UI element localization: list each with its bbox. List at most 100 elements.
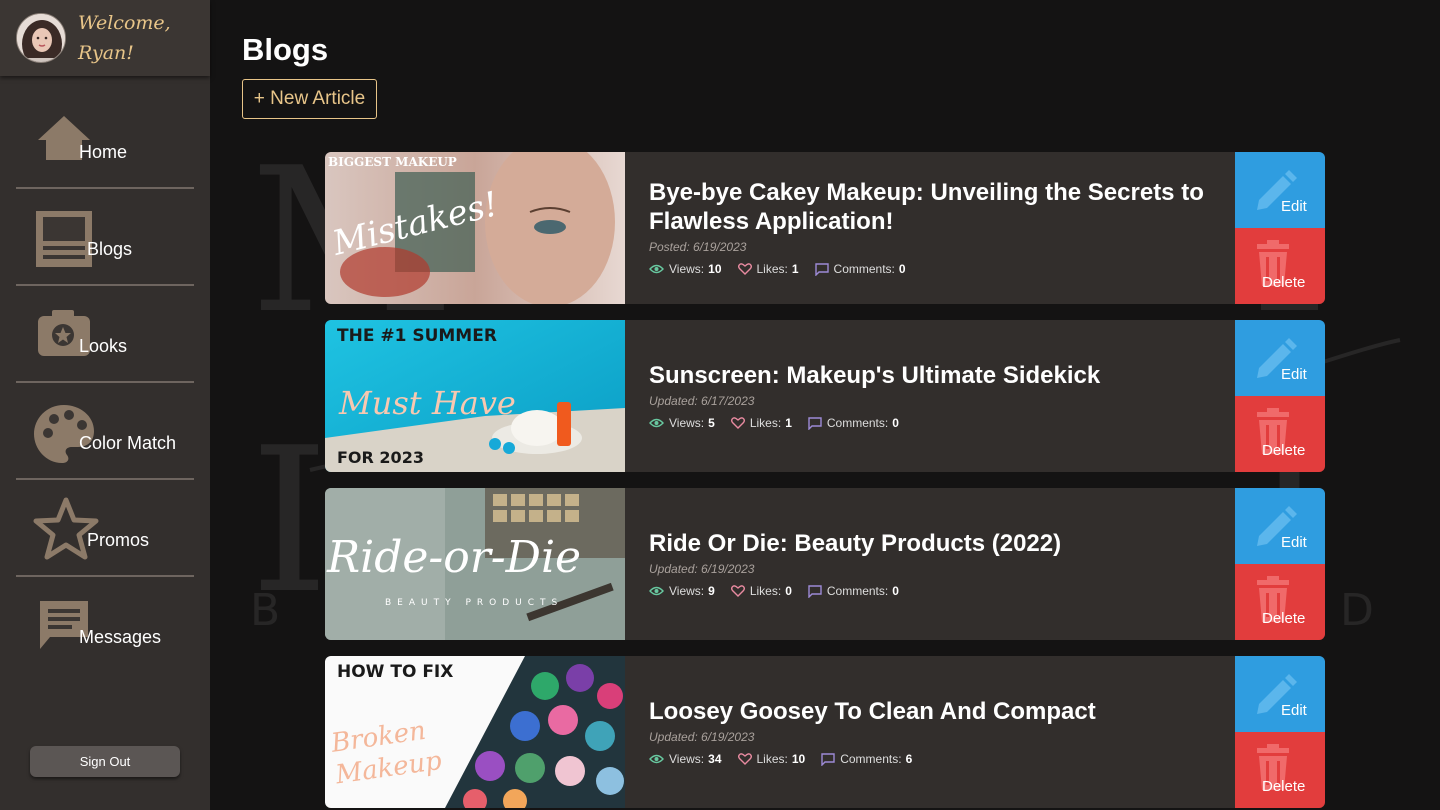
article-title[interactable]: Bye-bye Cakey Makeup: Unveiling the Secr… (649, 178, 1229, 236)
article-body: Loosey Goosey To Clean And Compact Updat… (649, 656, 1229, 808)
sidebar-item-promos[interactable]: Promos (16, 480, 194, 577)
thumbnail-caption-script: Ride-or-Die (327, 532, 582, 583)
new-article-button[interactable]: + New Article (242, 79, 377, 119)
likes-label: Likes: (749, 416, 782, 430)
thumbnail-caption-bottom: BEAUTY PRODUCTS (385, 598, 564, 608)
comments-label: Comments: (840, 752, 902, 766)
thumbnail-caption-top: BIGGEST MAKEUP (328, 155, 457, 169)
heart-icon (737, 753, 752, 765)
views-label: Views: (669, 752, 705, 766)
comment-icon (821, 752, 835, 766)
edit-label: Edit (1281, 198, 1307, 215)
blog-icon (34, 209, 94, 273)
article-thumbnail[interactable]: HOW TO FIX Broken Makeup (325, 656, 625, 808)
welcome-greeting: Welcome, (78, 12, 171, 34)
delete-button[interactable]: Delete (1235, 732, 1325, 808)
sidebar-item-label: Promos (87, 530, 150, 550)
comments-stat: Comments: 6 (821, 752, 912, 766)
page-title: Blogs (242, 32, 329, 67)
likes-count: 1 (791, 262, 799, 276)
article-title[interactable]: Ride Or Die: Beauty Products (2022) (649, 529, 1229, 558)
views-count: 10 (708, 262, 722, 276)
article-title[interactable]: Sunscreen: Makeup's Ultimate Sidekick (649, 361, 1229, 390)
views-stat: Views: 9 (649, 584, 715, 598)
sidebar-item-home[interactable]: Home (16, 92, 194, 189)
likes-label: Likes: (756, 262, 788, 276)
likes-label: Likes: (756, 752, 788, 766)
article-date: Posted: 6/19/2023 (649, 240, 747, 254)
thumbnail-caption-bottom: FOR 2023 (337, 448, 424, 467)
comments-stat: Comments: 0 (808, 584, 899, 598)
thumbnail-caption-script: Must Have (339, 384, 516, 422)
article-date: Updated: 6/19/2023 (649, 562, 755, 576)
views-stat: Views: 34 (649, 752, 722, 766)
likes-count: 0 (785, 584, 792, 598)
sign-out-button[interactable]: Sign Out (30, 746, 180, 777)
article-card[interactable]: THE #1 SUMMER Must Have FOR 2023 Sunscre… (325, 320, 1325, 472)
sidebar-nav: Home Blogs Looks Color Match Promos Mess… (16, 92, 194, 674)
article-title[interactable]: Loosey Goosey To Clean And Compact (649, 697, 1229, 726)
delete-label: Delete (1262, 778, 1306, 795)
article-stats: Views: 5 Likes: 1 Comments: 0 (649, 416, 1229, 430)
views-label: Views: (669, 416, 705, 430)
heart-icon (737, 263, 752, 275)
sidebar-item-messages[interactable]: Messages (16, 577, 194, 674)
delete-button[interactable]: Delete (1235, 564, 1325, 640)
views-stat: Views: 5 (649, 416, 715, 430)
article-body: Bye-bye Cakey Makeup: Unveiling the Secr… (649, 152, 1229, 304)
delete-button[interactable]: Delete (1235, 396, 1325, 472)
sidebar-item-color-match[interactable]: Color Match (16, 383, 194, 480)
welcome-text: Welcome, Ryan! (78, 8, 208, 68)
delete-button[interactable]: Delete (1235, 228, 1325, 304)
heart-icon (730, 417, 745, 429)
comments-label: Comments: (826, 584, 889, 598)
article-card[interactable]: BIGGEST MAKEUP Mistakes! Bye-bye Cakey M… (325, 152, 1325, 304)
edit-label: Edit (1281, 702, 1307, 719)
likes-stat: Likes: 0 (730, 584, 792, 598)
delete-label: Delete (1262, 610, 1306, 627)
svg-text:D: D (1340, 585, 1374, 636)
views-label: Views: (669, 584, 705, 598)
article-thumbnail[interactable]: BIGGEST MAKEUP Mistakes! (325, 152, 625, 304)
sidebar-header: Welcome, Ryan! (0, 0, 210, 76)
thumbnail-caption-top: THE #1 SUMMER (337, 326, 497, 346)
sidebar-item-looks[interactable]: Looks (16, 286, 194, 383)
eye-icon (649, 264, 664, 274)
article-date: Updated: 6/17/2023 (649, 394, 755, 408)
article-body: Ride Or Die: Beauty Products (2022) Upda… (649, 488, 1229, 640)
welcome-name: Ryan! (78, 42, 134, 64)
likes-stat: Likes: 1 (730, 416, 792, 430)
delete-label: Delete (1262, 442, 1306, 459)
likes-label: Likes: (749, 584, 782, 598)
sidebar-item-label: Color Match (79, 433, 177, 453)
article-thumbnail[interactable]: Ride-or-Die BEAUTY PRODUCTS (325, 488, 625, 640)
comments-count: 0 (892, 584, 899, 598)
comments-count: 0 (892, 416, 899, 430)
likes-count: 10 (791, 752, 806, 766)
comments-count: 0 (898, 262, 906, 276)
edit-button[interactable]: Edit (1235, 656, 1325, 732)
likes-stat: Likes: 10 (737, 752, 806, 766)
views-count: 5 (708, 416, 715, 430)
edit-label: Edit (1281, 366, 1307, 383)
sidebar-item-label: Messages (79, 627, 162, 647)
eye-icon (649, 418, 664, 428)
comments-stat: Comments: 0 (808, 416, 899, 430)
sidebar: Welcome, Ryan! Home Blogs Looks Color Ma… (0, 0, 210, 810)
article-thumbnail[interactable]: THE #1 SUMMER Must Have FOR 2023 (325, 320, 625, 472)
eye-icon (649, 754, 664, 764)
edit-button[interactable]: Edit (1235, 488, 1325, 564)
views-count: 34 (708, 752, 722, 766)
article-body: Sunscreen: Makeup's Ultimate Sidekick Up… (649, 320, 1229, 472)
likes-count: 1 (785, 416, 792, 430)
sidebar-item-label: Blogs (87, 239, 133, 259)
thumbnail-caption-top: HOW TO FIX (337, 662, 454, 682)
delete-label: Delete (1262, 274, 1306, 291)
edit-button[interactable]: Edit (1235, 152, 1325, 228)
article-card[interactable]: HOW TO FIX Broken Makeup Loosey Goosey T… (325, 656, 1325, 808)
edit-button[interactable]: Edit (1235, 320, 1325, 396)
comment-icon (814, 262, 829, 276)
avatar[interactable] (16, 13, 66, 63)
article-card[interactable]: Ride-or-Die BEAUTY PRODUCTS Ride Or Die:… (325, 488, 1325, 640)
sidebar-item-blogs[interactable]: Blogs (16, 189, 194, 286)
